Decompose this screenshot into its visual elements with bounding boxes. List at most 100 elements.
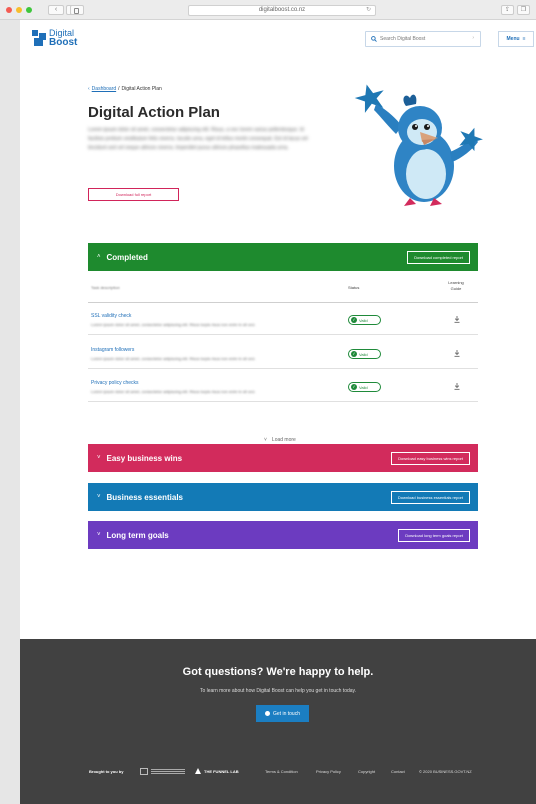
status-text: Valid	[359, 317, 368, 323]
maximize-window-dot[interactable]	[26, 7, 32, 13]
share-button[interactable]: ⇪	[501, 5, 514, 15]
close-window-dot[interactable]	[6, 7, 12, 13]
download-full-report-button[interactable]: Download full report	[88, 188, 179, 201]
check-icon: ✓	[351, 317, 357, 323]
chevron-up-icon: ˄	[97, 254, 101, 260]
browser-actions: ⇪ ❐	[501, 5, 530, 15]
footer-title: Got questions? We're happy to help.	[182, 666, 374, 678]
breadcrumb-dashboard-link[interactable]: Dashboard	[92, 86, 116, 92]
get-in-touch-button[interactable]: Get in touch	[256, 705, 309, 722]
search-input[interactable]: Search Digital Boost ›	[365, 31, 481, 47]
chevron-down-icon: ˅	[97, 455, 101, 461]
menu-button[interactable]: Menu ≡	[498, 31, 534, 47]
browser-chrome: ‹ › digitalboost.co.nz ↻ ⇪ ❐	[0, 0, 536, 20]
copyright-link[interactable]: Copyright	[358, 769, 375, 774]
chevron-down-icon: ˅	[97, 532, 101, 538]
completed-tasks-table: Task description Status Learning Guide S…	[88, 272, 478, 443]
task-title-link[interactable]: Privacy policy checks	[91, 380, 139, 386]
intro-text: Lorem ipsum dolor sit amet, consectetur …	[88, 127, 308, 151]
menu-label: Menu	[506, 36, 520, 42]
chevron-down-icon: ˅	[264, 437, 267, 443]
download-completed-report-button[interactable]: Download completed report	[407, 251, 470, 264]
status-text: Valid	[359, 384, 368, 390]
download-business-essentials-button[interactable]: Download business essentials report	[390, 491, 470, 504]
chat-icon	[265, 711, 271, 716]
tabs-button[interactable]: ❐	[517, 5, 530, 15]
address-url: digitalboost.co.nz	[258, 7, 306, 13]
logo[interactable]: Digital Boost	[32, 29, 78, 48]
logo-line-2: Boost	[49, 37, 78, 48]
download-long-term-goals-button[interactable]: Download long term goals report	[398, 529, 470, 542]
load-more-button[interactable]: ˅ Load more	[264, 437, 296, 443]
breadcrumb: ‹ Dashboard / Digital Action Plan	[88, 86, 162, 92]
row-divider	[88, 368, 478, 369]
government-logo[interactable]	[140, 767, 186, 776]
search-placeholder: Search Digital Boost	[380, 36, 426, 42]
chevron-down-icon: ˅	[97, 494, 101, 500]
breadcrumb-separator: /	[118, 86, 120, 92]
column-header-guide-line-1: Learning	[448, 280, 464, 285]
table-row: Privacy policy checks Lorem ipsum dolor …	[88, 370, 478, 402]
business-essentials-title: Business essentials	[106, 492, 183, 502]
check-icon: ✓	[351, 384, 357, 390]
funnel-lab-logo[interactable]: THE FUNNEL LAB	[204, 769, 239, 774]
footer-bottom-bar: Brought to you by THE FUNNEL LAB Terms &…	[88, 767, 478, 777]
download-icon[interactable]	[454, 350, 460, 357]
penguin-illustration-icon	[354, 84, 483, 206]
get-in-touch-label: Get in touch	[273, 710, 300, 717]
task-description: Lorem ipsum dolor sit amet, consectetur …	[91, 389, 256, 394]
brought-to-you-by: Brought to you by	[89, 769, 124, 774]
breadcrumb-back-icon: ‹	[88, 86, 90, 92]
check-icon: ✓	[351, 351, 357, 357]
search-icon	[371, 36, 377, 42]
hamburger-icon: ≡	[522, 36, 526, 42]
column-header-status: Status	[348, 285, 360, 290]
page: Digital Boost Search Digital Boost › Men…	[20, 20, 536, 804]
status-badge: ✓ Valid	[348, 349, 381, 359]
download-icon[interactable]	[454, 316, 460, 323]
site-footer: Got questions? We're happy to help. To l…	[20, 639, 536, 804]
breadcrumb-current: Digital Action Plan	[121, 86, 162, 92]
task-description: Lorem ipsum dolor sit amet, consectetur …	[91, 322, 256, 327]
download-easy-business-wins-button[interactable]: Download easy business wins report	[391, 452, 470, 465]
sidebar-toggle-button[interactable]	[70, 5, 84, 15]
footer-subtitle: To learn more about how Digital Boost ca…	[199, 688, 357, 694]
minimize-window-dot[interactable]	[16, 7, 22, 13]
copyright-notice: © 2020 BUSINESS.GOVT.NZ	[419, 769, 472, 774]
easy-business-wins-section-header[interactable]: ˅ Easy business wins Download easy busin…	[88, 444, 478, 472]
column-header-description: Task description	[91, 285, 120, 290]
status-badge: ✓ Valid	[348, 382, 381, 392]
site-header: Digital Boost Search Digital Boost › Men…	[20, 20, 536, 60]
table-row: Instagram followers Lorem ipsum dolor si…	[88, 337, 478, 369]
completed-section-title: Completed	[106, 252, 148, 262]
easy-business-wins-title: Easy business wins	[106, 453, 183, 463]
download-icon[interactable]	[454, 383, 460, 390]
column-header-guide-line-2: Guide	[450, 286, 462, 291]
terms-link[interactable]: Terms & Condition	[265, 769, 298, 774]
reload-icon[interactable]: ↻	[366, 6, 371, 15]
row-divider	[88, 401, 478, 402]
status-badge: ✓ Valid	[348, 315, 381, 325]
column-header-learning-guide: Learning Guide	[442, 280, 470, 292]
status-text: Valid	[359, 351, 368, 357]
completed-section-header[interactable]: ˄ Completed Download completed report	[88, 243, 478, 271]
funnel-lab-logo-icon	[195, 768, 201, 774]
task-description: Lorem ipsum dolor sit amet, consectetur …	[91, 356, 256, 361]
long-term-goals-title: Long term goals	[106, 530, 169, 540]
clear-search-icon[interactable]: ›	[472, 35, 474, 41]
row-divider	[88, 334, 478, 335]
task-title-link[interactable]: SSL validity check	[91, 313, 131, 319]
page-title: Digital Action Plan	[88, 104, 220, 121]
table-row: SSL validity check Lorem ipsum dolor sit…	[88, 303, 478, 335]
address-bar[interactable]: digitalboost.co.nz ↻	[188, 5, 376, 16]
contact-link[interactable]: Contact	[391, 769, 405, 774]
privacy-policy-link[interactable]: Privacy Policy	[316, 769, 341, 774]
long-term-goals-section-header[interactable]: ˅ Long term goals Download long term goa…	[88, 521, 478, 549]
back-button[interactable]: ‹	[48, 5, 64, 15]
load-more-label: Load more	[271, 437, 296, 443]
logo-text: Digital Boost	[49, 29, 78, 48]
business-essentials-section-header[interactable]: ˅ Business essentials Download business …	[88, 483, 478, 511]
window-controls	[6, 7, 32, 13]
task-title-link[interactable]: Instagram followers	[91, 347, 134, 353]
logo-mark-icon	[32, 30, 46, 46]
